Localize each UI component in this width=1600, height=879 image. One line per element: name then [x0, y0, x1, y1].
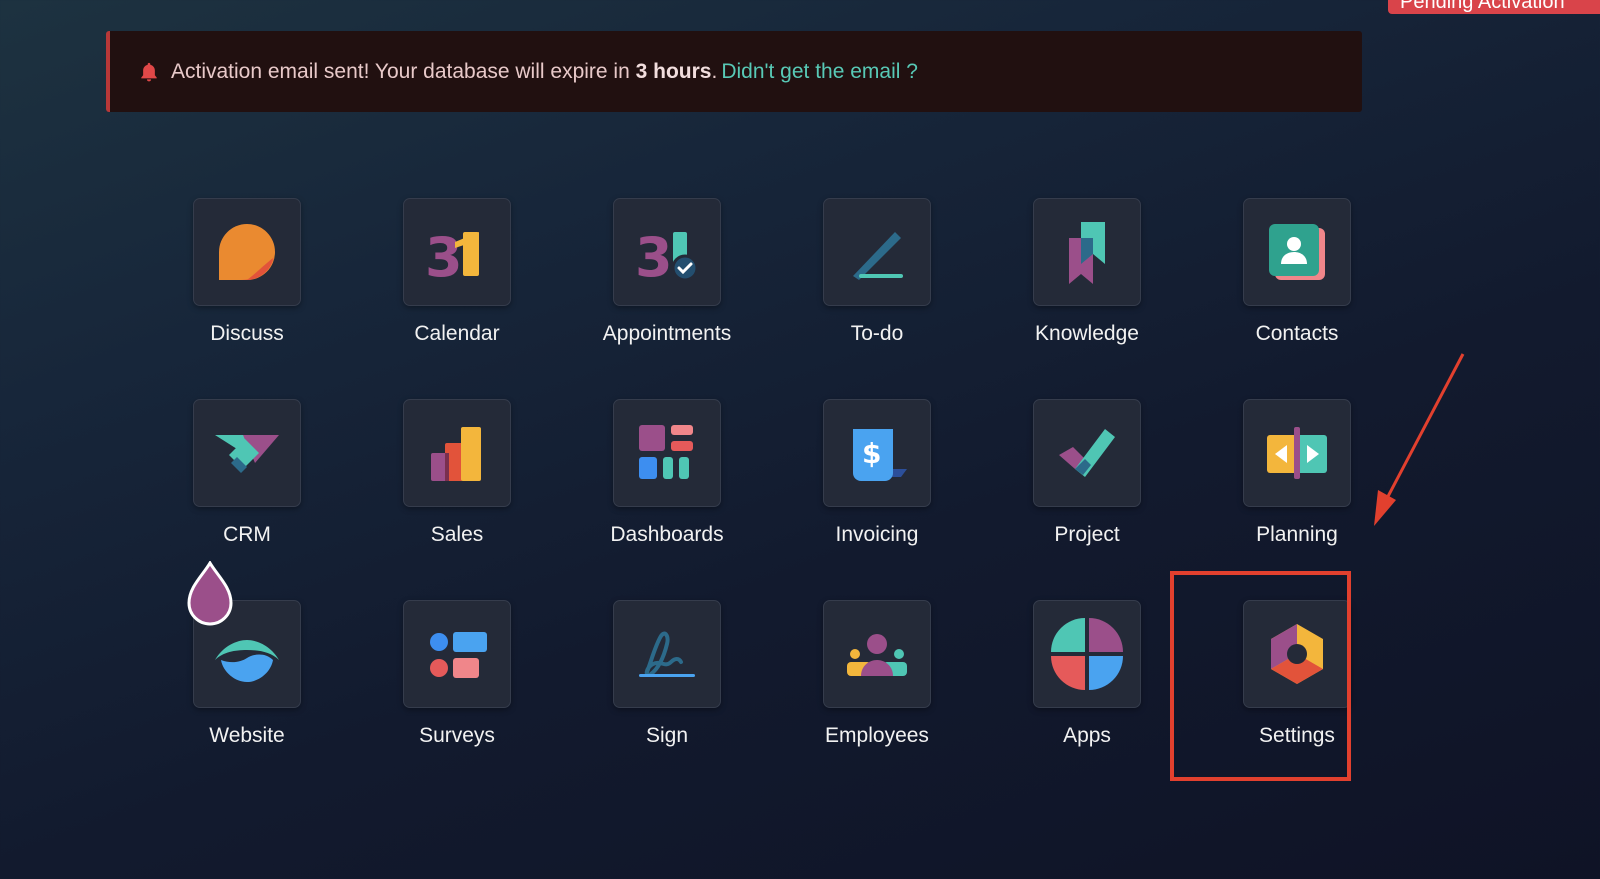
settings-highlight-box	[1170, 571, 1351, 781]
todo-icon	[853, 232, 903, 280]
app-tile[interactable]: 3	[613, 198, 721, 306]
app-crm[interactable]: CRM	[142, 399, 352, 600]
app-sign[interactable]: Sign	[562, 600, 772, 801]
employees-icon	[847, 634, 907, 676]
app-tile[interactable]	[1243, 399, 1351, 507]
app-website[interactable]: Website	[142, 600, 352, 801]
surveys-icon	[430, 632, 487, 678]
app-label: Appointments	[602, 322, 732, 345]
app-label: Surveys	[419, 724, 495, 747]
sales-icon	[431, 427, 481, 481]
discuss-icon	[219, 224, 275, 280]
app-tile[interactable]	[403, 600, 511, 708]
dashboards-icon	[639, 425, 693, 479]
app-project[interactable]: Project	[982, 399, 1192, 600]
app-tile[interactable]	[613, 399, 721, 507]
pending-activation-label: Pending Activation	[1400, 0, 1565, 13]
app-sales[interactable]: Sales	[352, 399, 562, 600]
app-tile[interactable]	[193, 399, 301, 507]
app-dashboards[interactable]: Dashboards	[562, 399, 772, 600]
resend-email-link[interactable]: Didn't get the email ?	[721, 60, 918, 84]
project-icon	[1059, 429, 1115, 477]
app-tile[interactable]	[823, 600, 931, 708]
app-tile[interactable]	[1033, 198, 1141, 306]
pointer-arrow-icon	[1374, 353, 1465, 526]
knowledge-icon	[1069, 222, 1105, 284]
app-appointments[interactable]: 3 Appointments	[562, 198, 772, 399]
app-tile[interactable]	[823, 198, 931, 306]
app-tile[interactable]	[403, 399, 511, 507]
svg-text:$: $	[862, 437, 881, 470]
app-label: To-do	[850, 322, 904, 345]
app-tile[interactable]	[1243, 198, 1351, 306]
banner-period: .	[711, 59, 718, 83]
planning-icon	[1267, 427, 1327, 479]
app-employees[interactable]: Employees	[772, 600, 982, 801]
website-drop-icon	[187, 561, 233, 626]
app-tile[interactable]	[1033, 399, 1141, 507]
app-todo[interactable]: To-do	[772, 198, 982, 399]
app-discuss[interactable]: Discuss	[142, 198, 352, 399]
svg-text:3: 3	[635, 226, 673, 289]
app-knowledge[interactable]: Knowledge	[982, 198, 1192, 399]
app-label: Planning	[1256, 523, 1338, 546]
app-tile[interactable]: 3	[403, 198, 511, 306]
appointments-icon: 3	[635, 226, 699, 289]
app-label: Calendar	[414, 322, 500, 345]
bell-icon	[141, 62, 157, 81]
app-surveys[interactable]: Surveys	[352, 600, 562, 801]
app-label: Invoicing	[835, 523, 919, 546]
sign-icon	[639, 631, 695, 677]
apps-icon	[1051, 618, 1123, 690]
banner-text: Activation email sent! Your database wil…	[171, 59, 630, 83]
pending-activation-button[interactable]: Pending Activation	[1388, 0, 1600, 14]
app-tile[interactable]	[193, 198, 301, 306]
app-label: Knowledge	[1035, 322, 1139, 345]
app-label: Project	[1054, 523, 1120, 546]
app-label: Apps	[1063, 724, 1111, 747]
app-invoicing[interactable]: $ Invoicing	[772, 399, 982, 600]
invoicing-icon: $	[853, 429, 907, 481]
app-apps[interactable]: Apps	[982, 600, 1192, 801]
activation-banner: Activation email sent! Your database wil…	[106, 31, 1362, 112]
app-label: CRM	[223, 523, 271, 546]
app-label: Website	[209, 724, 285, 747]
app-tile[interactable]: $	[823, 399, 931, 507]
app-label: Sign	[645, 724, 689, 747]
app-label: Employees	[825, 724, 929, 747]
contacts-icon	[1269, 224, 1325, 280]
banner-hours: 3 hours	[635, 59, 712, 83]
app-label: Discuss	[210, 322, 284, 345]
app-tile[interactable]	[613, 600, 721, 708]
app-label: Sales	[430, 523, 484, 546]
app-tile[interactable]	[1033, 600, 1141, 708]
crm-icon	[215, 435, 279, 473]
calendar-icon: 3	[425, 226, 479, 289]
app-label: Dashboards	[610, 523, 724, 546]
svg-text:3: 3	[425, 226, 463, 289]
app-calendar[interactable]: 3 Calendar	[352, 198, 562, 399]
app-label: Contacts	[1255, 322, 1339, 345]
